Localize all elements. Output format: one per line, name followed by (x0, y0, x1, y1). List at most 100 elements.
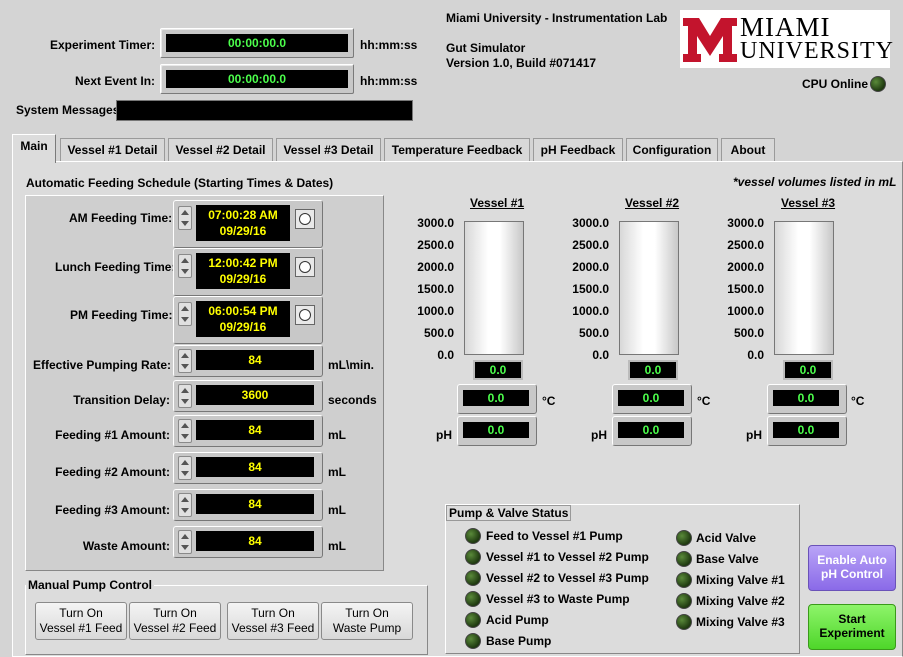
pumping-rate-unit: mL\min. (328, 358, 375, 372)
feeding-2-unit: mL (328, 465, 346, 479)
enable-ph-line1: Enable Auto (817, 553, 887, 567)
v2-scale-2000: 2000.0 (572, 260, 609, 274)
pm-feeding-label: PM Feeding Time: (70, 308, 173, 322)
vessel-1-volume: 0.0 (473, 360, 523, 380)
vessel-2-ph-label: pH (591, 428, 607, 442)
transition-delay-spinner[interactable] (178, 384, 192, 408)
waste-amount-field[interactable]: 84 (196, 531, 314, 551)
pm-feeding-date: 09/29/16 (219, 320, 267, 334)
mixing-valve-3-led (676, 614, 692, 630)
next-event-display: 00:00:00.0 (166, 70, 348, 88)
next-event-label: Next Event In: (75, 74, 156, 88)
lunch-feeding-spinner[interactable] (178, 254, 192, 278)
pump-v3-waste-label: Vessel #3 to Waste Pump (486, 592, 630, 606)
feeding-2-field[interactable]: 84 (196, 457, 314, 477)
tab-main[interactable]: Main (12, 134, 56, 163)
base-pump-led (465, 633, 481, 649)
vessel-1-feed-button[interactable]: Turn On Vessel #1 Feed (35, 602, 127, 640)
tab-vessel-1-detail[interactable]: Vessel #1 Detail (60, 138, 165, 162)
miami-m-icon (683, 18, 737, 62)
v1-scale-500: 500.0 (423, 326, 454, 340)
feeding-2-label: Feeding #2 Amount: (55, 465, 170, 479)
pm-feeding-time: 06:00:54 PM (208, 304, 278, 318)
cpu-online-label: CPU Online (802, 77, 869, 91)
feeding-1-spinner[interactable] (178, 419, 192, 443)
base-valve-label: Base Valve (696, 552, 759, 566)
vessel-2-title: Vessel #2 (625, 196, 680, 210)
lunch-clock-icon[interactable] (295, 257, 315, 277)
v2-scale-1000: 1000.0 (572, 304, 609, 318)
vessel-1-tank (464, 221, 524, 355)
enable-ph-line2: pH Control (821, 567, 883, 581)
v3-scale-1500: 1500.0 (727, 282, 764, 296)
acid-pump-led (465, 612, 481, 628)
vessel-1-feed-line1: Turn On (59, 606, 103, 620)
acid-valve-label: Acid Valve (696, 531, 757, 545)
pumping-rate-label: Effective Pumping Rate: (33, 358, 172, 372)
vessel-2-temp-unit: °C (697, 394, 711, 408)
logo-line2: UNIVERSITY (740, 38, 894, 64)
pm-feeding-display[interactable]: 06:00:54 PM 09/29/16 (196, 301, 290, 337)
tab-configuration[interactable]: Configuration (626, 138, 718, 162)
experiment-timer-display: 00:00:00.0 (166, 34, 348, 52)
vessel-2-feed-line2: Vessel #2 Feed (133, 621, 217, 635)
feeding-2-spinner[interactable] (178, 456, 192, 480)
base-valve-led (676, 551, 692, 567)
mixing-valve-2-label: Mixing Valve #2 (696, 594, 785, 608)
am-clock-icon[interactable] (295, 209, 315, 229)
lunch-feeding-display[interactable]: 12:00:42 PM 09/29/16 (196, 253, 290, 289)
vessel-2-feed-button[interactable]: Turn On Vessel #2 Feed (129, 602, 221, 640)
experiment-timer-unit: hh:mm:ss (360, 38, 418, 52)
v2-scale-1500: 1500.0 (572, 282, 609, 296)
pm-feeding-spinner[interactable] (178, 302, 192, 326)
v1-scale-3000: 3000.0 (417, 216, 454, 230)
pumping-rate-field[interactable]: 84 (196, 350, 314, 370)
waste-pump-button[interactable]: Turn On Waste Pump (321, 602, 413, 640)
feeding-3-spinner[interactable] (178, 493, 192, 517)
tab-ph-feedback[interactable]: pH Feedback (533, 138, 623, 162)
tab-vessel-3-detail[interactable]: Vessel #3 Detail (276, 138, 381, 162)
v1-scale-0: 0.0 (437, 348, 454, 362)
feeding-schedule-title: Automatic Feeding Schedule (Starting Tim… (26, 176, 334, 190)
feeding-3-field[interactable]: 84 (196, 494, 314, 514)
waste-amount-unit: mL (328, 539, 346, 553)
lunch-feeding-date: 09/29/16 (219, 272, 267, 286)
feeding-1-field[interactable]: 84 (196, 420, 314, 440)
pumping-rate-spinner[interactable] (178, 349, 192, 373)
manual-pump-title: Manual Pump Control (26, 578, 154, 592)
am-feeding-date: 09/29/16 (219, 224, 267, 238)
start-experiment-button[interactable]: Start Experiment (808, 604, 896, 650)
vessel-3-volume: 0.0 (783, 360, 833, 380)
am-feeding-spinner[interactable] (178, 206, 192, 230)
am-feeding-display[interactable]: 07:00:28 AM 09/29/16 (196, 205, 290, 241)
waste-amount-spinner[interactable] (178, 530, 192, 554)
transition-delay-field[interactable]: 3600 (196, 385, 314, 405)
vessel-2-feed-line1: Turn On (153, 606, 197, 620)
mixing-valve-1-label: Mixing Valve #1 (696, 573, 785, 587)
vessel-1-ph: 0.0 (463, 422, 529, 438)
feeding-1-label: Feeding #1 Amount: (55, 428, 170, 442)
vessel-3-feed-line1: Turn On (251, 606, 295, 620)
tab-vessel-2-detail[interactable]: Vessel #2 Detail (168, 138, 273, 162)
vessel-3-feed-button[interactable]: Turn On Vessel #3 Feed (227, 602, 319, 640)
university-logo: MIAMI UNIVERSITY (680, 10, 893, 68)
start-line2: Experiment (819, 626, 885, 640)
version-label: Version 1.0, Build #071417 (446, 56, 597, 70)
vessel-1-feed-line2: Vessel #1 Feed (39, 621, 123, 635)
vessel-3-ph-label: pH (746, 428, 762, 442)
feeding-1-unit: mL (328, 428, 346, 442)
main-tab-panel: Automatic Feeding Schedule (Starting Tim… (12, 161, 903, 657)
next-event-unit: hh:mm:ss (360, 74, 418, 88)
vessel-1-temp-unit: °C (542, 394, 556, 408)
am-feeding-label: AM Feeding Time: (69, 211, 173, 225)
lunch-feeding-label: Lunch Feeding Time: (55, 260, 176, 274)
experiment-timer-label: Experiment Timer: (50, 38, 156, 52)
v1-scale-1000: 1000.0 (417, 304, 454, 318)
enable-auto-ph-button[interactable]: Enable Auto pH Control (808, 545, 896, 591)
pm-clock-icon[interactable] (295, 305, 315, 325)
tab-about[interactable]: About (721, 138, 775, 162)
acid-valve-led (676, 530, 692, 546)
v2-scale-0: 0.0 (592, 348, 609, 362)
tab-temperature-feedback[interactable]: Temperature Feedback (384, 138, 530, 162)
v3-scale-500: 500.0 (733, 326, 764, 340)
